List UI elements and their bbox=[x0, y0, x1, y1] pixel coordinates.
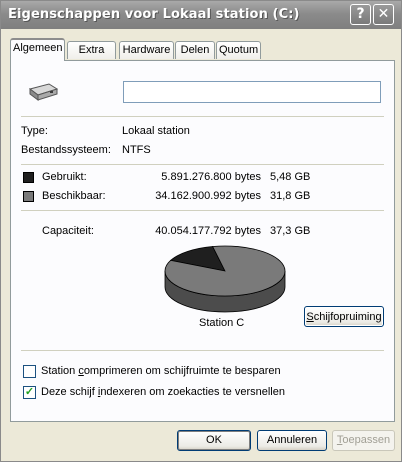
used-label: Gebruikt: bbox=[42, 171, 87, 183]
filesystem-label: Bestandssysteem: bbox=[21, 144, 111, 156]
cleanup-button-label: chijfopruiming bbox=[313, 310, 382, 323]
properties-window: Eigenschappen voor Lokaal station (C:) ?… bbox=[0, 0, 402, 462]
tab-delen[interactable]: Delen bbox=[175, 41, 215, 59]
type-label: Type: bbox=[21, 125, 48, 137]
tab-quotum[interactable]: Quotum bbox=[216, 41, 261, 59]
free-color-swatch bbox=[23, 191, 34, 202]
help-button[interactable]: ? bbox=[350, 4, 371, 25]
drive-name-input[interactable] bbox=[123, 81, 381, 103]
free-label: Beschikbaar: bbox=[42, 190, 106, 202]
capacity-size: 37,3 GB bbox=[270, 225, 311, 237]
tab-algemeen[interactable]: Algemeen bbox=[10, 38, 65, 61]
hard-drive-icon bbox=[28, 83, 59, 101]
filesystem-value: NTFS bbox=[122, 144, 151, 156]
close-button[interactable]: ✕ bbox=[373, 4, 394, 25]
tab-panel-algemeen: Type: Lokaal station Bestandssysteem: NT… bbox=[10, 60, 395, 422]
index-checkbox[interactable]: ✓ bbox=[23, 386, 36, 399]
cleanup-button-accel: S bbox=[306, 310, 314, 323]
used-color-swatch bbox=[23, 172, 34, 183]
divider bbox=[21, 350, 384, 351]
tab-extra[interactable]: Extra bbox=[67, 41, 116, 59]
title-bar[interactable]: Eigenschappen voor Lokaal station (C:) ?… bbox=[1, 1, 401, 29]
ok-button[interactable]: OK bbox=[177, 430, 251, 451]
index-label[interactable]: Deze schijf indexeren om zoekacties te v… bbox=[41, 386, 285, 398]
used-bytes: 5.891.276.800 bytes bbox=[161, 171, 261, 183]
disk-cleanup-button[interactable]: Schijfopruiming bbox=[304, 306, 384, 327]
cancel-button[interactable]: Annuleren bbox=[257, 430, 327, 451]
divider bbox=[21, 164, 384, 165]
capacity-bytes: 40.054.177.792 bytes bbox=[155, 225, 261, 237]
divider bbox=[21, 210, 384, 211]
free-size: 31,8 GB bbox=[270, 190, 311, 202]
divider bbox=[21, 116, 384, 117]
drive-caption: Station C bbox=[199, 317, 245, 329]
tab-hardware[interactable]: Hardware bbox=[119, 41, 174, 59]
capacity-label: Capaciteit: bbox=[42, 225, 94, 237]
free-bytes: 34.162.900.992 bytes bbox=[155, 190, 261, 202]
type-value: Lokaal station bbox=[122, 125, 190, 137]
compress-label[interactable]: Station comprimeren om schijfruimte te b… bbox=[41, 365, 281, 377]
apply-button[interactable]: Toepassen bbox=[332, 430, 395, 451]
used-size: 5,48 GB bbox=[270, 171, 311, 183]
window-title: Eigenschappen voor Lokaal station (C:) bbox=[8, 7, 300, 22]
compress-checkbox[interactable] bbox=[23, 365, 36, 378]
disk-usage-pie-chart bbox=[164, 245, 286, 313]
